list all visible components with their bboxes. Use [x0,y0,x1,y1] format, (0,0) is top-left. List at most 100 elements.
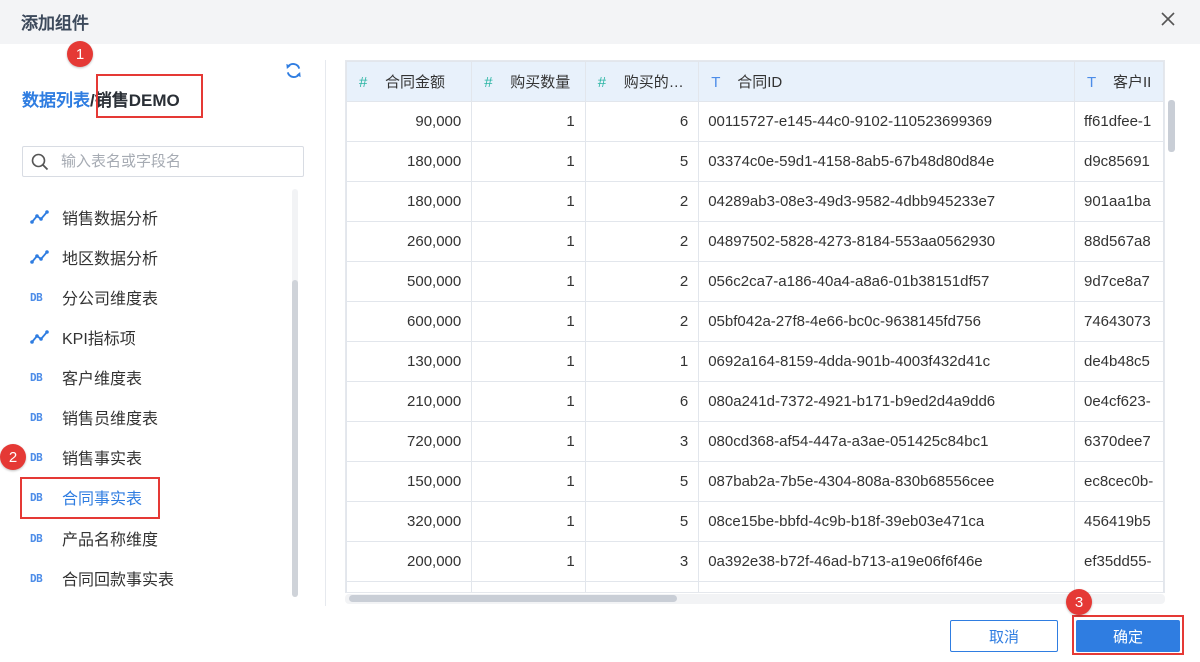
line-chart-icon [30,329,52,345]
number-type-icon: # [484,74,493,91]
tree-item-分公司维度表[interactable]: DB 分公司维度表 [30,283,280,311]
table-row: 150,000 1 5 087bab2a-7b5e-4304-808a-830b685… [346,461,1164,502]
table-cell: 2 [584,221,700,262]
tree-item-销售员维度表[interactable]: DB 销售员维度表 [30,403,280,431]
table-hscroll-thumb[interactable] [349,595,677,602]
search-input[interactable] [61,150,297,173]
table-cell: 320,000 [346,501,473,542]
table-cell: de4b48c5 [1073,341,1164,382]
table-vscroll-thumb[interactable] [1168,100,1175,152]
table-cell: 1 [471,301,586,342]
db-tag-text: DB [30,410,43,424]
table-row: 720,000 1 3 080cd368-af54-447a-a3ae-051425c… [346,421,1164,462]
table-cell: 1 [471,421,586,462]
close-icon[interactable] [1157,8,1179,30]
text-type-icon: T [1086,74,1097,91]
cancel-button[interactable]: 取消 [950,620,1058,652]
column-header-0[interactable]: # 合同金额 [346,61,473,102]
tree-item-客户维度表[interactable]: DB 客户维度表 [30,363,280,391]
table-cell: 1 [471,381,586,422]
table-cell: 130,000 [346,341,473,382]
tree-item-销售事实表[interactable]: DB 销售事实表 [30,443,280,471]
line-chart-icon [30,249,52,265]
table-cell: 500,000 [346,261,473,302]
table-cell: 9d7ce8a7 [1073,261,1164,302]
table-cell: 04289ab3-08e3-49d3-9582-4dbb945233e7 [698,181,1075,222]
table-cell: 600,000 [346,301,473,342]
column-header-2[interactable]: # 购买的… [584,61,700,102]
tree-item-合同事实表[interactable]: DB 合同事实表 [30,483,280,511]
breadcrumb-current: /销售DEMO [90,91,180,110]
db-tag-text: DB [30,450,43,464]
tree-item-label: 销售数据分析 [62,211,159,228]
table-cell: 0e4cf623- [1073,381,1164,422]
column-header-label: 购买的… [623,74,684,91]
table-header-row: # 合同金额 # 购买数量 # 购买的… T 合同ID T 客户II [346,61,1164,102]
tree-item-地区数据分析[interactable]: 地区数据分析 [30,243,280,271]
db-tag-text: DB [30,571,43,585]
tree-item-label: 产品名称维度 [62,532,159,549]
db-icon: DB [30,449,52,465]
breadcrumb-root[interactable]: 数据列表 [22,91,90,110]
table-cell: 5 [584,501,700,542]
table-cell: 200,000 [346,541,473,582]
table-row: 180,000 1 2 04289ab3-08e3-49d3-9582-4dbb945… [346,181,1164,222]
column-header-4[interactable]: T 客户II [1073,61,1164,102]
tree-item-合同回款事实表[interactable]: DB 合同回款事实表 [30,564,280,592]
table-cell [584,581,700,592]
table-cell: 456419b5 [1073,501,1164,542]
add-component-dialog: 添加组件 数据列表/销售DEMO 销售数据分析地区数据分析 DB 分公司维度表 KPI… [0,0,1200,662]
table-cell: 087bab2a-7b5e-4304-808a-830b68556cee [698,461,1075,502]
number-type-icon: # [359,74,368,91]
column-header-3[interactable]: T 合同ID [698,61,1075,102]
column-header-label: 客户II [1112,74,1152,91]
table-cell: 74643073 [1073,301,1164,342]
confirm-button[interactable]: 确定 [1076,620,1180,652]
line-chart-icon [30,209,52,225]
tree-item-销售数据分析[interactable]: 销售数据分析 [30,203,280,231]
table-cell: 180,000 [346,141,473,182]
tree-item-产品名称维度[interactable]: DB 产品名称维度 [30,524,280,552]
table-cell: 6370dee7 [1073,421,1164,462]
table-cell: 1 [471,541,586,582]
annotation-badge-1: 1 [67,41,93,67]
table-cell: 5 [584,461,700,502]
table-row: 260,000 1 2 04897502-5828-4273-8184-553aa05… [346,221,1164,262]
table-cell: 1 [471,221,586,262]
table-cell: ec8cec0b- [1073,461,1164,502]
tree-item-label: 合同回款事实表 [62,572,175,589]
table-cell: ef35dd55- [1073,541,1164,582]
tree-item-label: 地区数据分析 [62,251,159,268]
table-cell: 88d567a8 [1073,221,1164,262]
refresh-icon[interactable] [284,61,303,80]
tree-item-KPI指标项[interactable]: KPI指标项 [30,323,280,351]
annotation-badge-2: 2 [0,444,26,470]
dialog-title: 添加组件 [21,14,89,33]
db-icon: DB [30,409,52,425]
table-cell: 0692a164-8159-4dda-901b-4003f432d41c [698,341,1075,382]
table-cell: 1 [471,461,586,502]
number-type-icon: # [597,74,607,91]
table-cell: 1 [584,341,700,382]
panel-divider [325,60,326,606]
table-cell: d9c85691 [1073,141,1164,182]
data-preview-table: # 合同金额 # 购买数量 # 购买的… T 合同ID T 客户II 90,000 1 6 001157… [345,60,1165,593]
table-row: 600,000 1 2 05bf042a-27f8-4e66-bc0c-9638145… [346,301,1164,342]
table-cell: 210,000 [346,381,473,422]
table-cell: 720,000 [346,421,473,462]
column-header-1[interactable]: # 购买数量 [471,61,586,102]
table-row: 90,000 1 6 00115727-e145-44c0-9102-11052369… [346,101,1164,142]
db-tag-text: DB [30,290,43,304]
search-box [22,146,304,177]
table-cell: 1 [471,141,586,182]
left-scrollbar-thumb[interactable] [292,280,298,597]
table-cell: 180,000 [346,181,473,222]
tree-item-label: 销售事实表 [62,451,143,468]
column-header-label: 购买数量 [510,74,571,91]
table-cell: 1 [471,101,586,142]
table-row: 180,000 1 5 03374c0e-59d1-4158-8ab5-67b48d8… [346,141,1164,182]
table-cell: 056c2ca7-a186-40a4-a8a6-01b38151df57 [698,261,1075,302]
table-row: 320,000 1 5 08ce15be-bbfd-4c9b-b18f-39eb03e… [346,501,1164,542]
db-icon: DB [30,289,52,305]
table-cell: 1 [471,261,586,302]
